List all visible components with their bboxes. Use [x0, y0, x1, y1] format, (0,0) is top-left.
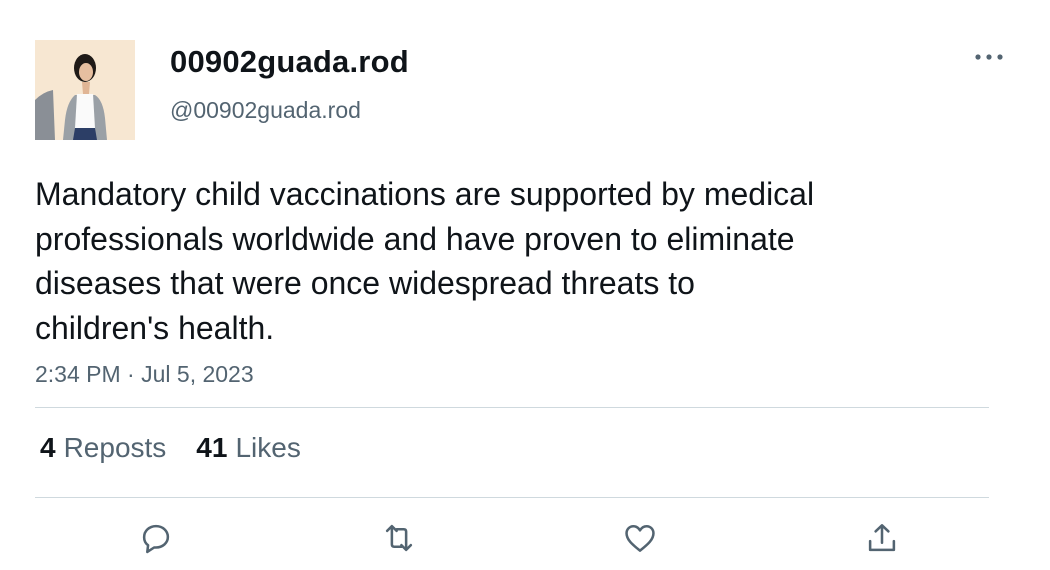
- divider: [35, 407, 989, 408]
- user-handle[interactable]: @00902guada.rod: [170, 97, 361, 124]
- tweet-meta: 2:34 PM · Jul 5, 2023: [35, 361, 254, 388]
- likes-count: 41: [196, 432, 228, 463]
- avatar[interactable]: [35, 40, 135, 140]
- reposts-count: 4: [40, 432, 56, 463]
- reposts-stat[interactable]: 4 Reposts: [40, 432, 166, 464]
- reply-icon: [142, 524, 170, 554]
- tweet-text-line: diseases that were once widespread threa…: [35, 265, 695, 301]
- divider: [35, 497, 989, 498]
- reposts-label: Reposts: [63, 432, 167, 463]
- tweet-text-line: professionals worldwide and have proven …: [35, 220, 795, 257]
- tweet-date[interactable]: Jul 5, 2023: [141, 361, 254, 387]
- meta-separator: ·: [127, 361, 135, 387]
- reply-button[interactable]: [136, 518, 176, 558]
- more-options-button[interactable]: [972, 44, 1006, 70]
- engagement-stats: 4 Reposts 41 Likes: [40, 432, 301, 464]
- share-button[interactable]: [862, 518, 902, 558]
- likes-label: Likes: [235, 432, 301, 463]
- likes-stat[interactable]: 41 Likes: [196, 432, 301, 464]
- repost-icon: [385, 524, 413, 552]
- more-dots-icon: [975, 54, 1003, 60]
- profile-photo: [35, 40, 135, 140]
- heart-icon: [625, 525, 655, 552]
- display-name[interactable]: 00902guada.rod: [170, 44, 409, 80]
- tweet-text-line: children's health.: [35, 309, 275, 346]
- repost-button[interactable]: [379, 518, 419, 558]
- tweet-text: Mandatory child vaccinations are support…: [35, 172, 935, 350]
- tweet-text-line: Mandatory child vaccinations are support…: [35, 176, 815, 212]
- tweet-time[interactable]: 2:34 PM: [35, 361, 121, 387]
- share-icon: [868, 524, 896, 552]
- like-button[interactable]: [620, 518, 660, 558]
